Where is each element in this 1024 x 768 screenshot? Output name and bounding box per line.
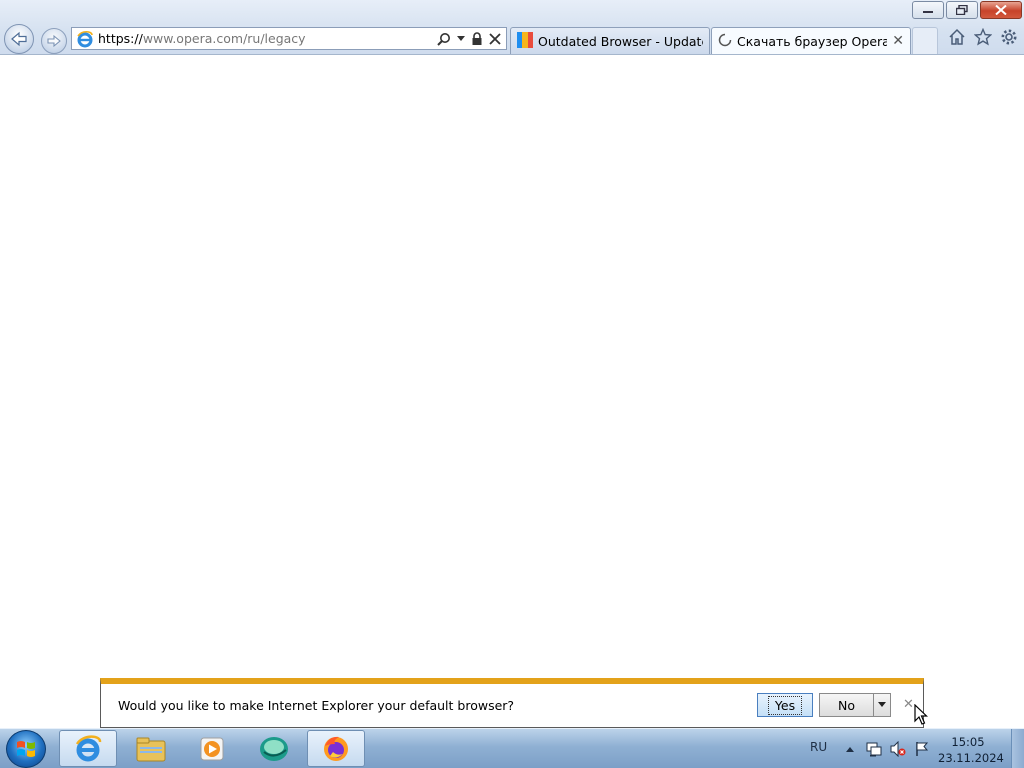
browser-window: https://www.opera.com/ru/legacy Outdated… xyxy=(0,0,1024,728)
no-button-label: No xyxy=(838,697,855,713)
windows-logo-icon xyxy=(17,741,35,757)
minimize-icon xyxy=(923,11,933,13)
command-icons xyxy=(948,28,1018,46)
address-bar-actions xyxy=(437,31,506,46)
close-icon xyxy=(995,5,1007,15)
clock-date: 23.11.2024 xyxy=(938,751,1004,765)
tab-title: Скачать браузер Opera дл... xyxy=(737,33,888,49)
no-options-dropdown[interactable] xyxy=(873,693,891,717)
taskbar-media-player[interactable] xyxy=(183,730,241,767)
tab-title: Outdated Browser - Update yo... xyxy=(538,33,703,49)
favorites-star-icon[interactable] xyxy=(974,28,992,46)
start-button[interactable] xyxy=(6,730,46,768)
forward-arrow-icon xyxy=(47,34,61,48)
yes-button-label: Yes xyxy=(767,695,803,715)
default-browser-notification: Would you like to make Internet Explorer… xyxy=(100,678,924,728)
notification-message: Would you like to make Internet Explorer… xyxy=(118,698,515,713)
chevron-down-icon xyxy=(878,702,886,707)
network-icon[interactable] xyxy=(866,741,882,757)
minimize-button[interactable] xyxy=(912,1,944,19)
no-button[interactable]: No xyxy=(819,693,873,717)
clock[interactable]: 15:05 23.11.2024 xyxy=(938,734,1004,766)
mouse-cursor-icon xyxy=(914,703,928,729)
yes-button[interactable]: Yes xyxy=(757,693,813,717)
taskbar-app[interactable] xyxy=(245,730,303,767)
forward-button[interactable] xyxy=(41,28,67,54)
page-content xyxy=(0,55,1024,728)
language-indicator[interactable]: RU xyxy=(810,740,827,754)
browser-toolbar: https://www.opera.com/ru/legacy Outdated… xyxy=(0,0,1024,55)
url-scheme: https:// xyxy=(98,31,143,46)
tab-opera-download[interactable]: Скачать браузер Opera дл... ✕ xyxy=(711,27,911,54)
volume-muted-icon[interactable] xyxy=(890,741,906,757)
lock-icon[interactable] xyxy=(471,31,483,46)
folder-icon xyxy=(136,737,166,761)
firefox-icon xyxy=(324,736,348,761)
address-bar[interactable]: https://www.opera.com/ru/legacy xyxy=(71,27,507,50)
restore-button[interactable] xyxy=(946,1,978,19)
show-desktop-button[interactable] xyxy=(1011,729,1024,768)
home-icon[interactable] xyxy=(948,28,966,46)
search-icon[interactable] xyxy=(437,32,451,46)
tab-outdated-browser[interactable]: Outdated Browser - Update yo... xyxy=(510,27,710,54)
taskbar-firefox[interactable] xyxy=(307,730,365,767)
media-player-icon xyxy=(200,737,224,760)
back-button[interactable] xyxy=(4,24,34,54)
new-tab-button[interactable] xyxy=(912,27,938,54)
show-hidden-icons-icon[interactable] xyxy=(842,741,858,757)
tools-gear-icon[interactable] xyxy=(1000,28,1018,46)
chevron-down-icon[interactable] xyxy=(457,35,465,42)
clock-time: 15:05 xyxy=(951,735,985,749)
taskbar-internet-explorer[interactable] xyxy=(59,730,117,767)
restore-icon xyxy=(956,5,968,15)
stop-icon[interactable] xyxy=(489,32,501,45)
loading-spinner-icon xyxy=(718,33,732,50)
url-path: /ru/legacy xyxy=(243,31,306,46)
taskbar: RU 15:05 23.11.2024 xyxy=(0,728,1024,768)
url-text[interactable]: https://www.opera.com/ru/legacy xyxy=(98,29,437,49)
action-center-flag-icon[interactable] xyxy=(914,741,930,757)
close-notification-icon[interactable]: ✕ xyxy=(903,697,914,712)
close-window-button[interactable] xyxy=(980,1,1022,19)
url-host: www.opera.com xyxy=(142,31,244,46)
window-controls xyxy=(912,1,1022,19)
taskbar-windows-explorer[interactable] xyxy=(122,730,180,767)
tray-icons xyxy=(842,741,930,757)
app-globe-icon xyxy=(260,736,288,761)
ie-page-icon xyxy=(76,30,94,48)
outdated-browser-favicon xyxy=(517,31,533,51)
tab-close-icon[interactable]: ✕ xyxy=(892,33,904,49)
back-arrow-icon xyxy=(11,31,27,47)
internet-explorer-icon xyxy=(75,734,102,761)
